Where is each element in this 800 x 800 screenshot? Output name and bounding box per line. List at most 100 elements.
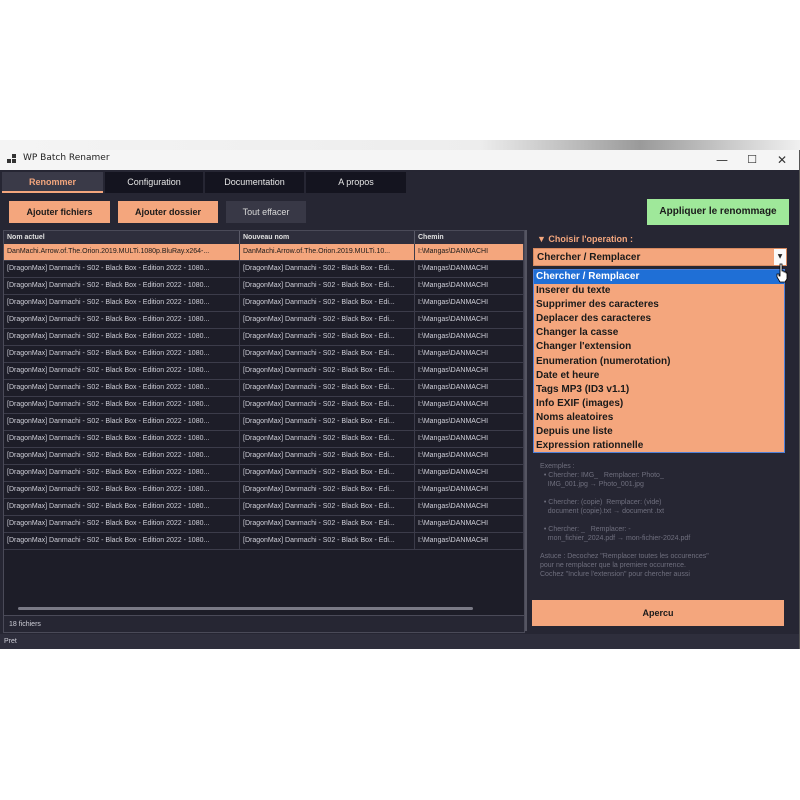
app-logo-icon bbox=[7, 154, 18, 165]
cell-current-name: [DragonMax] Danmachi - S02 - Black Box -… bbox=[4, 397, 240, 413]
cell-path: I:\Mangas\DANMACHI bbox=[415, 482, 524, 498]
minimize-icon[interactable]: — bbox=[708, 150, 736, 170]
cell-path: I:\Mangas\DANMACHI bbox=[415, 516, 524, 532]
add-files-button[interactable]: Ajouter fichiers bbox=[9, 201, 110, 223]
table-row[interactable]: [DragonMax] Danmachi - S02 - Black Box -… bbox=[4, 346, 524, 363]
title-bar: WP Batch Renamer — ☐ ✕ bbox=[0, 150, 799, 170]
help-text: Exemples : • Chercher: IMG_ Remplacer: P… bbox=[540, 462, 709, 579]
help-line: • Chercher: (copie) Remplacer: (vide) bbox=[540, 499, 662, 506]
dropdown-option[interactable]: Enumeration (numerotation) bbox=[534, 355, 784, 369]
table-row[interactable]: [DragonMax] Danmachi - S02 - Black Box -… bbox=[4, 533, 524, 550]
horizontal-scrollbar[interactable] bbox=[18, 607, 473, 610]
table-row[interactable]: [DragonMax] Danmachi - S02 - Black Box -… bbox=[4, 482, 524, 499]
cell-current-name: [DragonMax] Danmachi - S02 - Black Box -… bbox=[4, 295, 240, 311]
cell-path: I:\Mangas\DANMACHI bbox=[415, 448, 524, 464]
dropdown-option[interactable]: Chercher / Remplacer bbox=[534, 270, 784, 285]
cell-current-name: [DragonMax] Danmachi - S02 - Black Box -… bbox=[4, 533, 240, 549]
table-header: Nom actuel Nouveau nom Chemin bbox=[4, 231, 524, 244]
help-line: pour ne remplacer que la premiere occurr… bbox=[540, 562, 686, 569]
cell-current-name: [DragonMax] Danmachi - S02 - Black Box -… bbox=[4, 380, 240, 396]
table-row[interactable]: [DragonMax] Danmachi - S02 - Black Box -… bbox=[4, 431, 524, 448]
operation-select[interactable]: Chercher / Remplacer ▼ bbox=[533, 248, 787, 266]
cell-path: I:\Mangas\DANMACHI bbox=[415, 346, 524, 362]
dropdown-option[interactable]: Noms aleatoires bbox=[534, 411, 784, 425]
file-table: Nom actuel Nouveau nom Chemin DanMachi.A… bbox=[3, 230, 525, 633]
preview-button[interactable]: Apercu bbox=[532, 600, 784, 626]
dropdown-option[interactable]: Depuis une liste bbox=[534, 425, 784, 439]
cell-current-name: [DragonMax] Danmachi - S02 - Black Box -… bbox=[4, 465, 240, 481]
column-header-path[interactable]: Chemin bbox=[415, 231, 524, 244]
cell-current-name: [DragonMax] Danmachi - S02 - Black Box -… bbox=[4, 312, 240, 328]
table-row[interactable]: [DragonMax] Danmachi - S02 - Black Box -… bbox=[4, 278, 524, 295]
cell-new-name: [DragonMax] Danmachi - S02 - Black Box -… bbox=[240, 431, 415, 447]
dropdown-option[interactable]: Date et heure bbox=[534, 369, 784, 383]
dropdown-option[interactable]: Changer la casse bbox=[534, 326, 784, 340]
cell-new-name: [DragonMax] Danmachi - S02 - Black Box -… bbox=[240, 278, 415, 294]
hand-cursor-icon bbox=[776, 263, 788, 283]
table-row[interactable]: [DragonMax] Danmachi - S02 - Black Box -… bbox=[4, 397, 524, 414]
cell-path: I:\Mangas\DANMACHI bbox=[415, 329, 524, 345]
cell-path: I:\Mangas\DANMACHI bbox=[415, 380, 524, 396]
tab-documentation[interactable]: Documentation bbox=[205, 172, 304, 193]
help-line: Exemples : bbox=[540, 463, 575, 470]
add-folder-button[interactable]: Ajouter dossier bbox=[118, 201, 218, 223]
table-row[interactable]: [DragonMax] Danmachi - S02 - Black Box -… bbox=[4, 295, 524, 312]
cell-path: I:\Mangas\DANMACHI bbox=[415, 295, 524, 311]
cell-new-name: [DragonMax] Danmachi - S02 - Black Box -… bbox=[240, 329, 415, 345]
table-row[interactable]: DanMachi.Arrow.of.The.Orion.2019.MULTi.1… bbox=[4, 244, 524, 261]
tab-configuration[interactable]: Configuration bbox=[105, 172, 203, 193]
table-row[interactable]: [DragonMax] Danmachi - S02 - Black Box -… bbox=[4, 499, 524, 516]
table-row[interactable]: [DragonMax] Danmachi - S02 - Black Box -… bbox=[4, 516, 524, 533]
cell-current-name: [DragonMax] Danmachi - S02 - Black Box -… bbox=[4, 278, 240, 294]
cell-path: I:\Mangas\DANMACHI bbox=[415, 397, 524, 413]
cell-current-name: [DragonMax] Danmachi - S02 - Black Box -… bbox=[4, 329, 240, 345]
dropdown-option[interactable]: Supprimer des caracteres bbox=[534, 298, 784, 312]
apply-rename-button[interactable]: Appliquer le renommage bbox=[647, 199, 789, 225]
cell-current-name: [DragonMax] Danmachi - S02 - Black Box -… bbox=[4, 482, 240, 498]
cell-new-name: [DragonMax] Danmachi - S02 - Black Box -… bbox=[240, 312, 415, 328]
help-line: • Chercher: _ Remplacer: - bbox=[540, 526, 631, 533]
help-line: • Chercher: IMG_ Remplacer: Photo_ bbox=[540, 472, 664, 479]
dropdown-option[interactable]: Deplacer des caracteres bbox=[534, 312, 784, 326]
cell-path: I:\Mangas\DANMACHI bbox=[415, 261, 524, 277]
dropdown-option[interactable]: Expression rationnelle bbox=[534, 439, 784, 453]
cell-new-name: [DragonMax] Danmachi - S02 - Black Box -… bbox=[240, 380, 415, 396]
tab-renommer[interactable]: Renommer bbox=[2, 172, 103, 193]
status-text: Pret bbox=[4, 638, 17, 645]
cell-new-name: DanMachi.Arrow.of.The.Orion.2019.MULTi.1… bbox=[240, 244, 415, 260]
table-row[interactable]: [DragonMax] Danmachi - S02 - Black Box -… bbox=[4, 465, 524, 482]
cell-current-name: [DragonMax] Danmachi - S02 - Black Box -… bbox=[4, 516, 240, 532]
cell-new-name: [DragonMax] Danmachi - S02 - Black Box -… bbox=[240, 397, 415, 413]
column-header-current-name[interactable]: Nom actuel bbox=[4, 231, 240, 244]
cell-path: I:\Mangas\DANMACHI bbox=[415, 499, 524, 515]
operation-select-value: Chercher / Remplacer bbox=[537, 252, 641, 263]
dropdown-option[interactable]: Changer l'extension bbox=[534, 340, 784, 354]
help-line: mon_fichier_2024.pdf → mon-fichier-2024.… bbox=[540, 535, 691, 542]
clear-all-button[interactable]: Tout effacer bbox=[226, 201, 306, 223]
cell-new-name: [DragonMax] Danmachi - S02 - Black Box -… bbox=[240, 295, 415, 311]
table-row[interactable]: [DragonMax] Danmachi - S02 - Black Box -… bbox=[4, 380, 524, 397]
table-row[interactable]: [DragonMax] Danmachi - S02 - Black Box -… bbox=[4, 448, 524, 465]
cell-new-name: [DragonMax] Danmachi - S02 - Black Box -… bbox=[240, 448, 415, 464]
help-line: Astuce : Decochez "Remplacer toutes les … bbox=[540, 553, 709, 560]
table-row[interactable]: [DragonMax] Danmachi - S02 - Black Box -… bbox=[4, 363, 524, 380]
table-row[interactable]: [DragonMax] Danmachi - S02 - Black Box -… bbox=[4, 329, 524, 346]
status-bar: Pret bbox=[0, 634, 799, 649]
maximize-icon[interactable]: ☐ bbox=[738, 150, 766, 170]
help-line bbox=[540, 543, 709, 552]
tab-a-propos[interactable]: A propos bbox=[306, 172, 406, 193]
dropdown-option[interactable]: Info EXIF (images) bbox=[534, 397, 784, 411]
table-row[interactable]: [DragonMax] Danmachi - S02 - Black Box -… bbox=[4, 261, 524, 278]
dropdown-option[interactable]: Inserer du texte bbox=[534, 284, 784, 298]
cell-path: I:\Mangas\DANMACHI bbox=[415, 278, 524, 294]
table-row[interactable]: [DragonMax] Danmachi - S02 - Black Box -… bbox=[4, 414, 524, 431]
help-line: IMG_001.jpg → Photo_001.jpg bbox=[540, 481, 644, 488]
table-row[interactable]: [DragonMax] Danmachi - S02 - Black Box -… bbox=[4, 312, 524, 329]
cell-current-name: [DragonMax] Danmachi - S02 - Black Box -… bbox=[4, 346, 240, 362]
column-header-new-name[interactable]: Nouveau nom bbox=[240, 231, 415, 244]
operation-dropdown-list: Chercher / Remplacer Inserer du texte Supp… bbox=[533, 269, 785, 453]
close-icon[interactable]: ✕ bbox=[768, 150, 796, 170]
cell-current-name: [DragonMax] Danmachi - S02 - Black Box -… bbox=[4, 499, 240, 515]
dropdown-option[interactable]: Tags MP3 (ID3 v1.1) bbox=[534, 383, 784, 397]
table-body: DanMachi.Arrow.of.The.Orion.2019.MULTi.1… bbox=[4, 244, 524, 550]
